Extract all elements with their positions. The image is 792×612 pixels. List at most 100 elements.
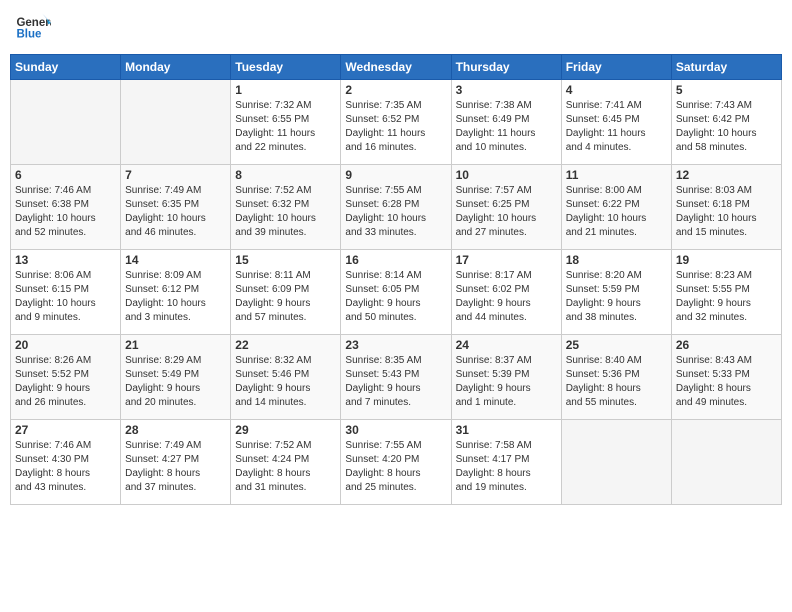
- calendar-cell: 18 Sunrise: 8:20 AM Sunset: 5:59 PM Dayli…: [561, 250, 671, 335]
- calendar-cell: 12Sunrise: 8:03 AM Sunset: 6:18 PM Dayli…: [671, 165, 781, 250]
- cell-content: Sunrise: 7:57 AM Sunset: 6:25 PM Dayligh…: [456, 184, 557, 240]
- day-number: 7: [125, 168, 226, 182]
- day-number: 5: [676, 83, 777, 97]
- svg-text:General: General: [16, 17, 51, 29]
- cell-content: Sunrise: 8:09 AM Sunset: 6:12 PM Dayligh…: [125, 269, 226, 325]
- cell-content: Sunrise: 8:20 AM Sunset: 5:59 PM Dayligh…: [566, 269, 667, 325]
- calendar-cell: 24 Sunrise: 8:37 AM Sunset: 5:39 PM Dayli…: [451, 335, 561, 420]
- day-number: 8: [235, 168, 336, 182]
- day-number: 20: [15, 338, 116, 352]
- calendar-cell: 26 Sunrise: 8:43 AM Sunset: 5:33 PM Dayli…: [671, 335, 781, 420]
- day-number: 3: [456, 83, 557, 97]
- day-number: 17: [456, 253, 557, 267]
- cell-content: Sunrise: 7:46 AM Sunset: 4:30 PM Dayligh…: [15, 439, 116, 495]
- cell-content: Sunrise: 8:23 AM Sunset: 5:55 PM Dayligh…: [676, 269, 777, 325]
- day-number: 23: [345, 338, 446, 352]
- calendar-cell: 29 Sunrise: 7:52 AM Sunset: 4:24 PM Dayli…: [231, 420, 341, 505]
- day-number: 30: [345, 423, 446, 437]
- cell-content: Sunrise: 8:03 AM Sunset: 6:18 PM Dayligh…: [676, 184, 777, 240]
- cell-content: Sunrise: 8:32 AM Sunset: 5:46 PM Dayligh…: [235, 354, 336, 410]
- calendar-week-row: 1 Sunrise: 7:32 AM Sunset: 6:55 PM Daylig…: [11, 80, 782, 165]
- calendar-cell: 31 Sunrise: 7:58 AM Sunset: 4:17 PM Dayli…: [451, 420, 561, 505]
- cell-content: Sunrise: 7:52 AM Sunset: 4:24 PM Dayligh…: [235, 439, 336, 495]
- calendar-cell: [561, 420, 671, 505]
- cell-content: Sunrise: 8:17 AM Sunset: 6:02 PM Dayligh…: [456, 269, 557, 325]
- calendar-cell: 6 Sunrise: 7:46 AM Sunset: 6:38 PM Daylig…: [11, 165, 121, 250]
- day-number: 6: [15, 168, 116, 182]
- calendar-cell: 8 Sunrise: 7:52 AM Sunset: 6:32 PM Daylig…: [231, 165, 341, 250]
- calendar-cell: 30 Sunrise: 7:55 AM Sunset: 4:20 PM Dayli…: [341, 420, 451, 505]
- calendar-cell: 9 Sunrise: 7:55 AM Sunset: 6:28 PM Daylig…: [341, 165, 451, 250]
- weekday-header-thursday: Thursday: [451, 55, 561, 80]
- calendar-cell: 23 Sunrise: 8:35 AM Sunset: 5:43 PM Dayli…: [341, 335, 451, 420]
- calendar-cell: 22Sunrise: 8:32 AM Sunset: 5:46 PM Dayli…: [231, 335, 341, 420]
- calendar-cell: 21Sunrise: 8:29 AM Sunset: 5:49 PM Dayli…: [121, 335, 231, 420]
- calendar-cell: 25Sunrise: 8:40 AM Sunset: 5:36 PM Dayli…: [561, 335, 671, 420]
- cell-content: Sunrise: 8:37 AM Sunset: 5:39 PM Dayligh…: [456, 354, 557, 410]
- day-number: 2: [345, 83, 446, 97]
- calendar-week-row: 27 Sunrise: 7:46 AM Sunset: 4:30 PM Dayli…: [11, 420, 782, 505]
- cell-content: Sunrise: 8:26 AM Sunset: 5:52 PM Dayligh…: [15, 354, 116, 410]
- cell-content: Sunrise: 8:35 AM Sunset: 5:43 PM Dayligh…: [345, 354, 446, 410]
- cell-content: Sunrise: 7:49 AM Sunset: 6:35 PM Dayligh…: [125, 184, 226, 240]
- day-number: 15: [235, 253, 336, 267]
- calendar-week-row: 13 Sunrise: 8:06 AM Sunset: 6:15 PM Dayli…: [11, 250, 782, 335]
- cell-content: Sunrise: 7:38 AM Sunset: 6:49 PM Dayligh…: [456, 99, 557, 155]
- weekday-header-wednesday: Wednesday: [341, 55, 451, 80]
- weekday-header-row: SundayMondayTuesdayWednesdayThursdayFrid…: [11, 55, 782, 80]
- day-number: 31: [456, 423, 557, 437]
- page-header: General Blue: [10, 10, 782, 46]
- calendar-cell: 19Sunrise: 8:23 AM Sunset: 5:55 PM Dayli…: [671, 250, 781, 335]
- calendar-cell: 4 Sunrise: 7:41 AM Sunset: 6:45 PM Daylig…: [561, 80, 671, 165]
- cell-content: Sunrise: 7:52 AM Sunset: 6:32 PM Dayligh…: [235, 184, 336, 240]
- calendar-cell: 14Sunrise: 8:09 AM Sunset: 6:12 PM Dayli…: [121, 250, 231, 335]
- calendar-week-row: 6 Sunrise: 7:46 AM Sunset: 6:38 PM Daylig…: [11, 165, 782, 250]
- svg-text:Blue: Blue: [16, 28, 42, 40]
- cell-content: Sunrise: 8:11 AM Sunset: 6:09 PM Dayligh…: [235, 269, 336, 325]
- calendar-cell: [121, 80, 231, 165]
- day-number: 21: [125, 338, 226, 352]
- calendar-cell: 10 Sunrise: 7:57 AM Sunset: 6:25 PM Dayli…: [451, 165, 561, 250]
- cell-content: Sunrise: 7:41 AM Sunset: 6:45 PM Dayligh…: [566, 99, 667, 155]
- calendar-cell: 11Sunrise: 8:00 AM Sunset: 6:22 PM Dayli…: [561, 165, 671, 250]
- day-number: 1: [235, 83, 336, 97]
- day-number: 24: [456, 338, 557, 352]
- calendar-cell: 13 Sunrise: 8:06 AM Sunset: 6:15 PM Dayli…: [11, 250, 121, 335]
- day-number: 26: [676, 338, 777, 352]
- logo-icon: General Blue: [15, 10, 51, 46]
- calendar-week-row: 20 Sunrise: 8:26 AM Sunset: 5:52 PM Dayli…: [11, 335, 782, 420]
- cell-content: Sunrise: 7:35 AM Sunset: 6:52 PM Dayligh…: [345, 99, 446, 155]
- day-number: 18: [566, 253, 667, 267]
- calendar-cell: [11, 80, 121, 165]
- calendar-cell: 16Sunrise: 8:14 AM Sunset: 6:05 PM Dayli…: [341, 250, 451, 335]
- cell-content: Sunrise: 8:06 AM Sunset: 6:15 PM Dayligh…: [15, 269, 116, 325]
- cell-content: Sunrise: 7:46 AM Sunset: 6:38 PM Dayligh…: [15, 184, 116, 240]
- calendar-cell: 5Sunrise: 7:43 AM Sunset: 6:42 PM Daylig…: [671, 80, 781, 165]
- weekday-header-friday: Friday: [561, 55, 671, 80]
- weekday-header-sunday: Sunday: [11, 55, 121, 80]
- cell-content: Sunrise: 8:43 AM Sunset: 5:33 PM Dayligh…: [676, 354, 777, 410]
- cell-content: Sunrise: 7:58 AM Sunset: 4:17 PM Dayligh…: [456, 439, 557, 495]
- weekday-header-monday: Monday: [121, 55, 231, 80]
- calendar-cell: [671, 420, 781, 505]
- calendar-table: SundayMondayTuesdayWednesdayThursdayFrid…: [10, 54, 782, 505]
- cell-content: Sunrise: 7:32 AM Sunset: 6:55 PM Dayligh…: [235, 99, 336, 155]
- day-number: 10: [456, 168, 557, 182]
- calendar-cell: 28Sunrise: 7:49 AM Sunset: 4:27 PM Dayli…: [121, 420, 231, 505]
- day-number: 28: [125, 423, 226, 437]
- day-number: 13: [15, 253, 116, 267]
- calendar-cell: 20 Sunrise: 8:26 AM Sunset: 5:52 PM Dayli…: [11, 335, 121, 420]
- day-number: 27: [15, 423, 116, 437]
- logo: General Blue: [15, 10, 51, 46]
- calendar-cell: 3 Sunrise: 7:38 AM Sunset: 6:49 PM Daylig…: [451, 80, 561, 165]
- calendar-cell: 17 Sunrise: 8:17 AM Sunset: 6:02 PM Dayli…: [451, 250, 561, 335]
- day-number: 29: [235, 423, 336, 437]
- calendar-cell: 7 Sunrise: 7:49 AM Sunset: 6:35 PM Daylig…: [121, 165, 231, 250]
- day-number: 9: [345, 168, 446, 182]
- calendar-cell: 2 Sunrise: 7:35 AM Sunset: 6:52 PM Daylig…: [341, 80, 451, 165]
- day-number: 11: [566, 168, 667, 182]
- cell-content: Sunrise: 7:55 AM Sunset: 4:20 PM Dayligh…: [345, 439, 446, 495]
- weekday-header-tuesday: Tuesday: [231, 55, 341, 80]
- cell-content: Sunrise: 7:55 AM Sunset: 6:28 PM Dayligh…: [345, 184, 446, 240]
- day-number: 4: [566, 83, 667, 97]
